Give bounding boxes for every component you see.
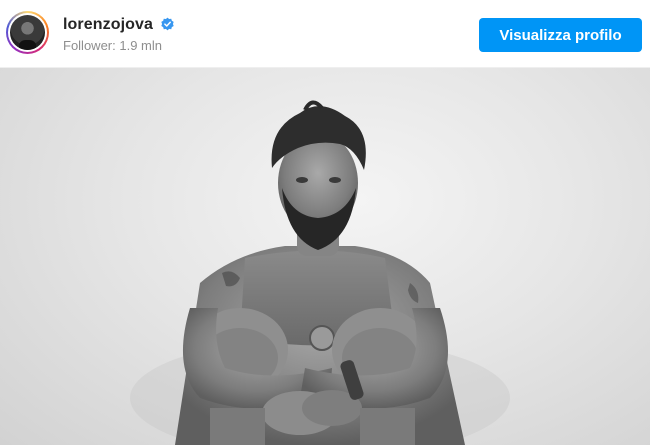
- avatar-frame: [8, 13, 47, 52]
- post-header: lorenzojova Follower: 1.9 mln Visualizza…: [0, 0, 650, 68]
- username[interactable]: lorenzojova: [63, 16, 153, 34]
- avatar-image: [10, 15, 45, 50]
- follower-count: Follower: 1.9 mln: [63, 38, 162, 53]
- verified-badge-icon: [161, 17, 174, 31]
- avatar[interactable]: [6, 11, 49, 54]
- view-profile-button[interactable]: Visualizza profilo: [479, 18, 642, 52]
- post-photo[interactable]: [0, 68, 650, 445]
- portrait-illustration: [130, 100, 510, 445]
